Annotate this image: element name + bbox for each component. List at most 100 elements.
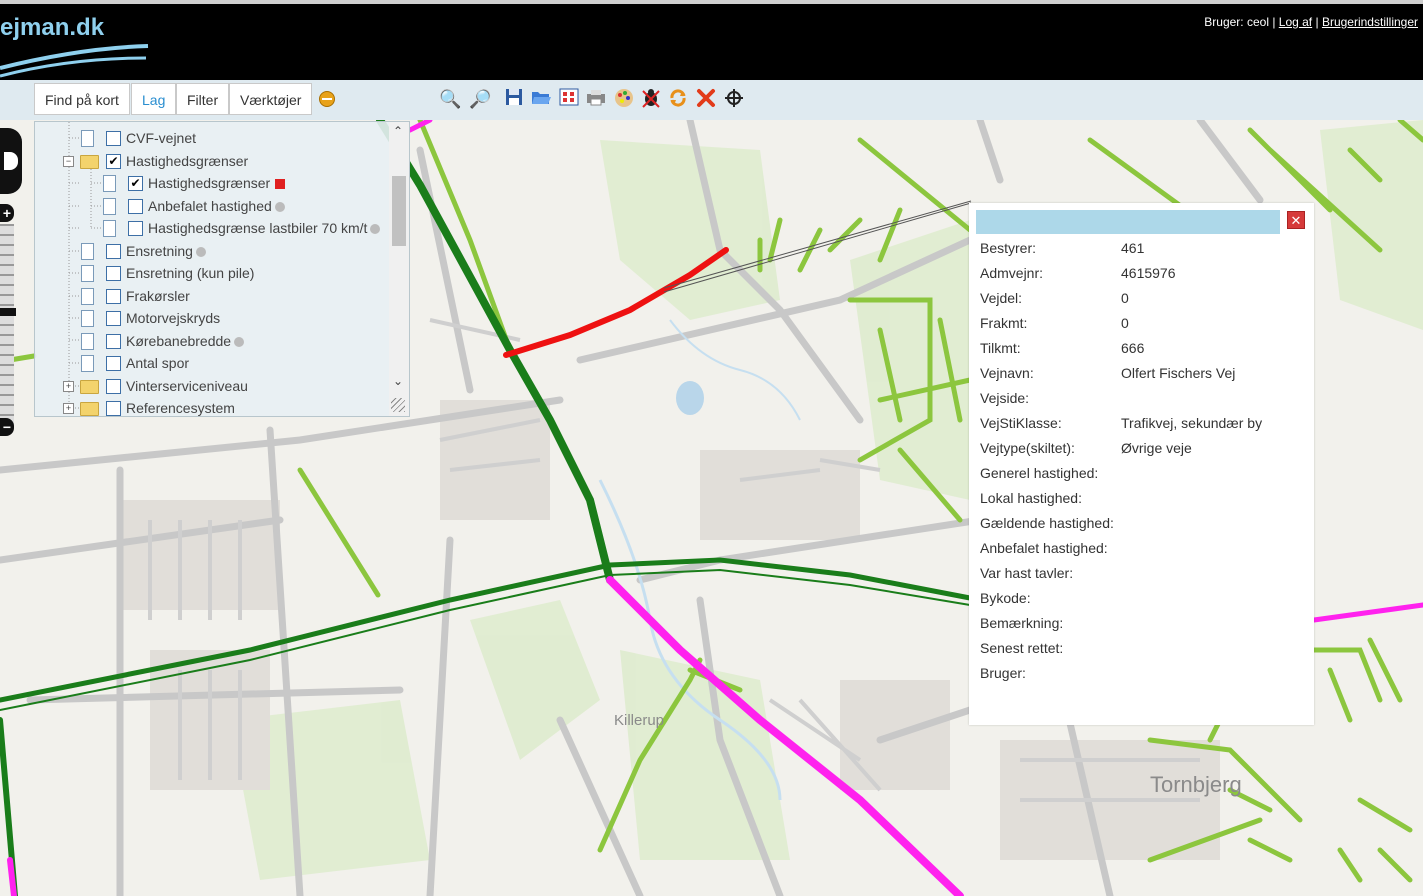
pan-control[interactable] — [0, 128, 22, 194]
document-icon — [103, 175, 116, 192]
layer-checkbox[interactable] — [106, 356, 121, 371]
layer-row-antal-spor[interactable]: Antal spor — [35, 352, 391, 374]
layer-checkbox[interactable] — [106, 311, 121, 326]
layer-label: CVF-vejnet — [126, 130, 197, 146]
attribute-row: Lokal hastighed: — [980, 486, 1310, 511]
zoom-out-icon[interactable]: 🔍 — [439, 88, 461, 110]
layer-row-lastbiler-70[interactable]: Hastighedsgrænse lastbiler 70 km/t — [35, 217, 391, 239]
scroll-thumb[interactable] — [392, 176, 406, 246]
layer-checkbox[interactable] — [128, 221, 143, 236]
scroll-down-icon[interactable]: ⌄ — [393, 374, 403, 388]
folder-icon — [80, 380, 99, 394]
layer-checkbox[interactable] — [106, 379, 121, 394]
close-icon[interactable]: ✕ — [1287, 211, 1305, 229]
layer-panel-scrollbar[interactable]: ⌃ ⌄ — [389, 122, 409, 416]
tab-find-on-map[interactable]: Find på kort — [34, 83, 130, 115]
document-icon — [81, 243, 94, 260]
document-icon — [81, 310, 94, 327]
tab-tools[interactable]: Værktøjer — [229, 83, 313, 115]
layer-row-frakorsler[interactable]: Frakørsler — [35, 285, 391, 307]
scroll-up-icon[interactable]: ⌃ — [393, 124, 403, 138]
collapse-node-icon[interactable]: − — [63, 156, 74, 167]
attribute-value: Trafikvej, sekundær by — [1121, 415, 1263, 431]
zoom-in-icon[interactable]: 🔎 — [469, 88, 491, 110]
palette-icon[interactable] — [613, 88, 635, 110]
collapse-icon[interactable] — [319, 91, 335, 107]
layer-row-referencesystem[interactable]: + Referencesystem — [35, 397, 391, 416]
layer-label: Hastighedsgrænser — [148, 175, 271, 191]
info-icon[interactable] — [274, 202, 285, 212]
attribute-row: Tilkmt: 666 — [980, 336, 1310, 361]
zoom-slider[interactable] — [0, 224, 14, 424]
layer-checkbox[interactable] — [106, 266, 121, 281]
save-icon[interactable] — [503, 88, 525, 110]
print-icon[interactable] — [585, 88, 607, 110]
layer-row-korebanebredde[interactable]: Kørebanebredde — [35, 330, 391, 352]
attribute-key: Tilkmt: — [980, 340, 1021, 356]
settings-link[interactable]: Brugerindstillinger — [1322, 15, 1418, 29]
layer-row-hastighedsgraenser-group[interactable]: − ✔ Hastighedsgrænser — [35, 150, 391, 172]
layer-checkbox[interactable] — [106, 289, 121, 304]
info-icon[interactable] — [195, 247, 206, 257]
feature-info-popup: ✕ Bestyrer: 461 Admvejnr: 4615976 Vejdel: 0 Fr… — [969, 203, 1314, 725]
zoom-slider-handle[interactable] — [0, 308, 16, 316]
attribute-value: Øvrige veje — [1121, 440, 1192, 456]
attribute-key: Bemærkning: — [980, 615, 1064, 631]
layer-label: Anbefalet hastighed — [148, 198, 272, 214]
layer-checkbox[interactable] — [106, 244, 121, 259]
attribute-row: Bemærkning: — [980, 611, 1310, 636]
layer-row-motorvejskryds[interactable]: Motorvejskryds — [35, 307, 391, 329]
layer-row-anbefalet-hastighed[interactable]: Anbefalet hastighed — [35, 195, 391, 217]
bug-icon[interactable] — [640, 88, 662, 110]
attribute-value: 0 — [1121, 315, 1129, 331]
layer-checkbox[interactable] — [128, 199, 143, 214]
map-label-tornbjerg: Tornbjerg — [1150, 772, 1242, 797]
logo[interactable]: ejman.dk — [0, 14, 149, 78]
attribute-value: Olfert Fischers Vej — [1121, 365, 1236, 381]
attribute-key: Vejside: — [980, 390, 1030, 406]
layer-checkbox[interactable] — [106, 401, 121, 416]
open-icon[interactable] — [530, 88, 552, 110]
layer-row-cvf-vejnet[interactable]: CVF-vejnet — [35, 127, 391, 149]
expand-node-icon[interactable]: + — [63, 403, 74, 414]
attribute-value: 0 — [1121, 290, 1129, 306]
document-icon — [81, 355, 94, 372]
delete-icon[interactable] — [695, 88, 717, 110]
attribute-value: 666 — [1121, 340, 1145, 356]
attribute-key: VejStiKlasse: — [980, 415, 1062, 431]
layer-row-vinterserviceniveau[interactable]: + Vinterserviceniveau — [35, 375, 391, 397]
attribute-key: Bestyrer: — [980, 240, 1037, 256]
crosshair-icon[interactable] — [723, 88, 745, 110]
attribute-key: Admvejnr: — [980, 265, 1044, 281]
layer-label: Referencesystem — [126, 400, 235, 416]
attribute-key: Var hast tavler: — [980, 565, 1074, 581]
layer-row-ensretning-kun-pile[interactable]: Ensretning (kun pile) — [35, 262, 391, 284]
layer-checkbox[interactable] — [106, 334, 121, 349]
layer-row-hastighedsgraenser[interactable]: ✔ Hastighedsgrænser — [35, 172, 391, 194]
info-icon[interactable] — [234, 337, 245, 347]
logout-link[interactable]: Log af — [1279, 15, 1312, 29]
layer-label: Hastighedsgrænse lastbiler 70 km/t — [148, 220, 368, 236]
attribute-key: Generel hastighed: — [980, 465, 1099, 481]
layer-row-ensretning[interactable]: Ensretning — [35, 240, 391, 262]
info-icon[interactable] — [370, 224, 381, 234]
zoom-in-button[interactable]: + — [0, 204, 14, 222]
tab-layers[interactable]: Lag — [131, 83, 177, 115]
expand-node-icon[interactable]: + — [63, 381, 74, 392]
layer-checkbox[interactable] — [106, 131, 121, 146]
user-bar: Bruger: ceol | Log af | Brugerindstillin… — [1204, 15, 1418, 29]
user-label: Bruger: ceol — [1204, 15, 1269, 29]
resize-grip-icon[interactable] — [391, 398, 405, 412]
zoom-out-button[interactable]: − — [0, 418, 14, 436]
tab-filter[interactable]: Filter — [176, 83, 230, 115]
layer-label-wrap: Kørebanebredde — [126, 330, 245, 352]
document-icon — [81, 265, 94, 282]
logo-text: ejman.dk — [0, 14, 105, 41]
attribute-key: Vejtype(skiltet): — [980, 440, 1075, 456]
refresh-icon[interactable] — [667, 88, 689, 110]
layer-checkbox[interactable]: ✔ — [128, 176, 143, 191]
layer-checkbox[interactable]: ✔ — [106, 154, 121, 169]
grid-icon[interactable] — [558, 88, 580, 110]
document-icon — [103, 220, 116, 237]
attribute-key: Bykode: — [980, 590, 1031, 606]
